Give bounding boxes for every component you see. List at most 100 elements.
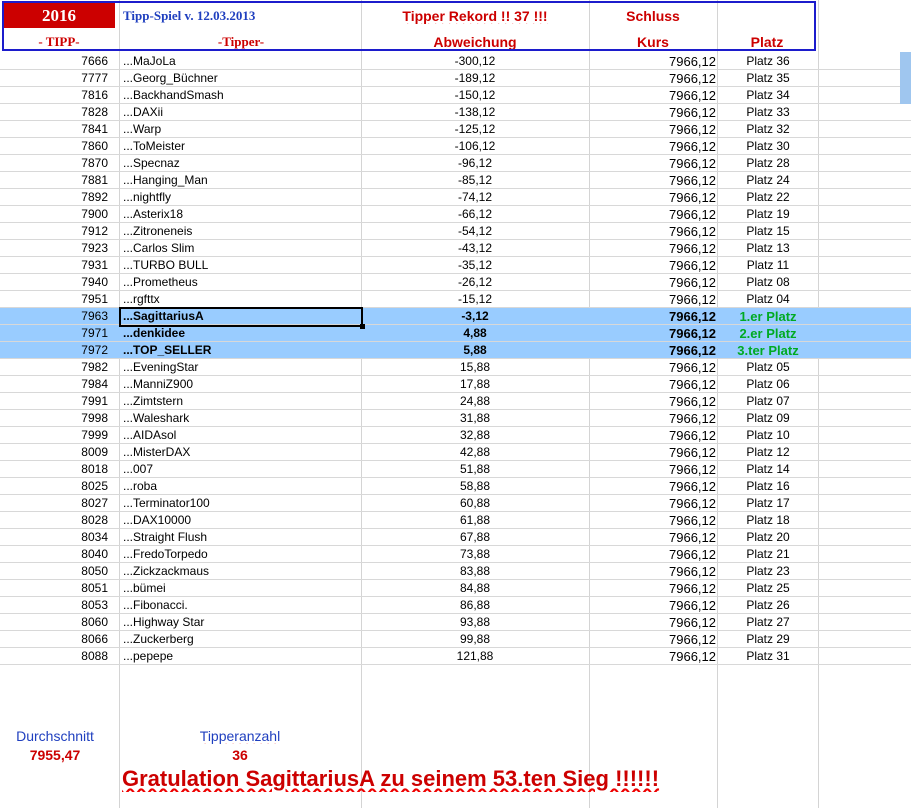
table-row[interactable]: 7999 ...AIDAsol 32,88 7966,12 Platz 10: [0, 427, 911, 444]
tipper-name-cell[interactable]: ...Highway Star: [123, 614, 359, 631]
abweichung-cell[interactable]: 42,88: [362, 444, 588, 461]
kurs-cell[interactable]: 7966,12: [590, 614, 716, 631]
tipper-name-cell[interactable]: ...007: [123, 461, 359, 478]
kurs-cell[interactable]: 7966,12: [590, 223, 716, 240]
abweichung-cell[interactable]: -150,12: [362, 87, 588, 104]
platz-cell[interactable]: Platz 05: [718, 359, 818, 376]
kurs-cell[interactable]: 7966,12: [590, 563, 716, 580]
kurs-cell[interactable]: 7966,12: [590, 631, 716, 648]
table-row[interactable]: 7951 ...rgfttx -15,12 7966,12 Platz 04: [0, 291, 911, 308]
tipper-name-cell[interactable]: ...bümei: [123, 580, 359, 597]
tipper-name-cell[interactable]: ...BackhandSmash: [123, 87, 359, 104]
abweichung-cell[interactable]: 67,88: [362, 529, 588, 546]
tipper-name-cell[interactable]: ...nightfly: [123, 189, 359, 206]
tipper-name-cell[interactable]: ...Terminator100: [123, 495, 359, 512]
kurs-cell[interactable]: 7966,12: [590, 529, 716, 546]
platz-cell[interactable]: Platz 35: [718, 70, 818, 87]
tipp-cell[interactable]: 7982: [0, 359, 108, 376]
kurs-cell[interactable]: 7966,12: [590, 478, 716, 495]
tipper-name-cell[interactable]: ...Georg_Büchner: [123, 70, 359, 87]
kurs-cell[interactable]: 7966,12: [590, 580, 716, 597]
kurs-cell[interactable]: 7966,12: [590, 240, 716, 257]
tipp-cell[interactable]: 7777: [0, 70, 108, 87]
abweichung-cell[interactable]: -3,12: [362, 308, 588, 325]
platz-cell[interactable]: Platz 07: [718, 393, 818, 410]
tipper-name-cell[interactable]: ...TURBO BULL: [123, 257, 359, 274]
abweichung-cell[interactable]: -106,12: [362, 138, 588, 155]
platz-cell[interactable]: Platz 30: [718, 138, 818, 155]
table-row[interactable]: 8027 ...Terminator100 60,88 7966,12 Platz 17: [0, 495, 911, 512]
kurs-cell[interactable]: 7966,12: [590, 444, 716, 461]
abweichung-cell[interactable]: 121,88: [362, 648, 588, 665]
tipp-cell[interactable]: 7931: [0, 257, 108, 274]
table-row[interactable]: 7816 ...BackhandSmash -150,12 7966,12 Platz …: [0, 87, 911, 104]
platz-cell[interactable]: Platz 15: [718, 223, 818, 240]
tipper-name-cell[interactable]: ...roba: [123, 478, 359, 495]
platz-cell[interactable]: Platz 36: [718, 53, 818, 70]
abweichung-cell[interactable]: 17,88: [362, 376, 588, 393]
table-row[interactable]: 7982 ...EveningStar 15,88 7966,12 Platz 05: [0, 359, 911, 376]
platz-cell[interactable]: Platz 26: [718, 597, 818, 614]
kurs-cell[interactable]: 7966,12: [590, 172, 716, 189]
abweichung-cell[interactable]: -66,12: [362, 206, 588, 223]
platz-cell[interactable]: 1.er Platz: [718, 308, 818, 325]
table-row[interactable]: 7972 ...TOP_SELLER 5,88 7966,12 3.ter Platz: [0, 342, 911, 359]
abweichung-cell[interactable]: 15,88: [362, 359, 588, 376]
table-row[interactable]: 8025 ...roba 58,88 7966,12 Platz 16: [0, 478, 911, 495]
tipper-name-cell[interactable]: ...denkidee: [123, 325, 359, 342]
kurs-cell[interactable]: 7966,12: [590, 70, 716, 87]
tipp-cell[interactable]: 7892: [0, 189, 108, 206]
platz-cell[interactable]: Platz 04: [718, 291, 818, 308]
abweichung-cell[interactable]: 99,88: [362, 631, 588, 648]
platz-cell[interactable]: Platz 13: [718, 240, 818, 257]
kurs-cell[interactable]: 7966,12: [590, 648, 716, 665]
abweichung-cell[interactable]: -26,12: [362, 274, 588, 291]
tipper-name-cell[interactable]: ...DAX10000: [123, 512, 359, 529]
table-row[interactable]: 7892 ...nightfly -74,12 7966,12 Platz 22: [0, 189, 911, 206]
tipp-cell[interactable]: 7900: [0, 206, 108, 223]
table-row[interactable]: 7841 ...Warp -125,12 7966,12 Platz 32: [0, 121, 911, 138]
tipp-cell[interactable]: 8088: [0, 648, 108, 665]
congrats-text[interactable]: Gratulation SagittariusA zu seinem 53.te…: [122, 766, 822, 792]
tipper-name-cell[interactable]: ...Warp: [123, 121, 359, 138]
kurs-cell[interactable]: 7966,12: [590, 342, 716, 359]
tipp-cell[interactable]: 8028: [0, 512, 108, 529]
abweichung-cell[interactable]: 58,88: [362, 478, 588, 495]
table-row[interactable]: 8066 ...Zuckerberg 99,88 7966,12 Platz 29: [0, 631, 911, 648]
platz-cell[interactable]: Platz 23: [718, 563, 818, 580]
kurs-cell[interactable]: 7966,12: [590, 206, 716, 223]
cell-selection[interactable]: [119, 307, 365, 329]
table-row[interactable]: 7777 ...Georg_Büchner -189,12 7966,12 Platz …: [0, 70, 911, 87]
table-row[interactable]: 7870 ...Specnaz -96,12 7966,12 Platz 28: [0, 155, 911, 172]
table-row[interactable]: 8040 ...FredoTorpedo 73,88 7966,12 Platz 21: [0, 546, 911, 563]
table-row[interactable]: 7828 ...DAXii -138,12 7966,12 Platz 33: [0, 104, 911, 121]
abweichung-cell[interactable]: 83,88: [362, 563, 588, 580]
table-row[interactable]: 8088 ...pepepe 121,88 7966,12 Platz 31: [0, 648, 911, 665]
kurs-cell[interactable]: 7966,12: [590, 291, 716, 308]
platz-cell[interactable]: Platz 33: [718, 104, 818, 121]
kurs-cell[interactable]: 7966,12: [590, 512, 716, 529]
abweichung-cell[interactable]: -15,12: [362, 291, 588, 308]
kurs-cell[interactable]: 7966,12: [590, 410, 716, 427]
platz-cell[interactable]: Platz 20: [718, 529, 818, 546]
abweichung-cell[interactable]: 51,88: [362, 461, 588, 478]
platz-cell[interactable]: Platz 29: [718, 631, 818, 648]
platz-cell[interactable]: Platz 08: [718, 274, 818, 291]
tipper-name-cell[interactable]: ...MisterDAX: [123, 444, 359, 461]
tipper-name-cell[interactable]: ...EveningStar: [123, 359, 359, 376]
tipp-cell[interactable]: 7860: [0, 138, 108, 155]
tipper-name-cell[interactable]: ...Prometheus: [123, 274, 359, 291]
tipper-name-cell[interactable]: ...Fibonacci.: [123, 597, 359, 614]
table-row[interactable]: 8060 ...Highway Star 93,88 7966,12 Platz 27: [0, 614, 911, 631]
tipper-name-cell[interactable]: ...ToMeister: [123, 138, 359, 155]
platz-cell[interactable]: Platz 17: [718, 495, 818, 512]
tipp-cell[interactable]: 8009: [0, 444, 108, 461]
abweichung-cell[interactable]: 32,88: [362, 427, 588, 444]
kurs-cell[interactable]: 7966,12: [590, 325, 716, 342]
platz-cell[interactable]: Platz 10: [718, 427, 818, 444]
tipper-name-cell[interactable]: ...Waleshark: [123, 410, 359, 427]
table-row[interactable]: 8034 ...Straight Flush 67,88 7966,12 Platz 2…: [0, 529, 911, 546]
abweichung-cell[interactable]: 5,88: [362, 342, 588, 359]
platz-cell[interactable]: Platz 27: [718, 614, 818, 631]
tipp-cell[interactable]: 7991: [0, 393, 108, 410]
